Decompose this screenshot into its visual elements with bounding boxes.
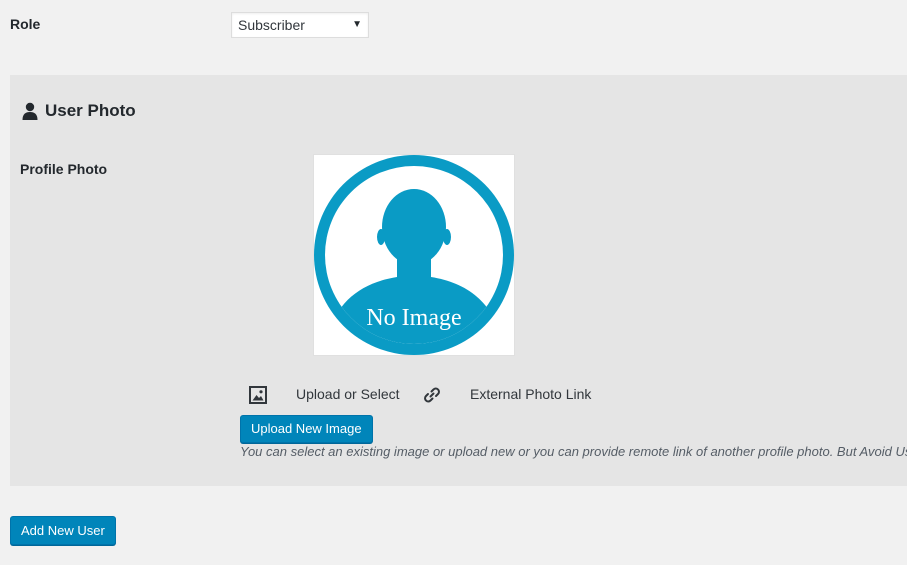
profile-photo-preview: No Image: [313, 154, 515, 356]
user-photo-heading: User Photo: [22, 101, 136, 121]
photo-source-tabs: Upload or Select External Photo Link: [10, 385, 907, 405]
no-image-placeholder: No Image: [314, 155, 514, 355]
chevron-down-icon: ▼: [352, 19, 362, 30]
profile-photo-help-text: You can select an existing image or uplo…: [240, 444, 907, 459]
tab-external-photo-link[interactable]: External Photo Link: [470, 386, 591, 402]
user-icon: [22, 102, 38, 120]
user-photo-title: User Photo: [45, 101, 136, 120]
role-label: Role: [10, 16, 41, 32]
link-icon[interactable]: [423, 386, 441, 404]
upload-new-image-button[interactable]: Upload New Image: [240, 415, 373, 443]
tab-upload-or-select[interactable]: Upload or Select: [296, 386, 400, 402]
role-select-value: Subscriber: [238, 17, 305, 33]
add-new-user-button[interactable]: Add New User: [10, 516, 116, 545]
role-select[interactable]: Subscriber ▼: [231, 12, 369, 38]
profile-photo-label: Profile Photo: [20, 161, 108, 177]
no-image-text: No Image: [366, 305, 461, 331]
image-icon[interactable]: [249, 386, 267, 404]
user-photo-panel: User Photo Profile Photo No Image Upload…: [10, 75, 907, 486]
